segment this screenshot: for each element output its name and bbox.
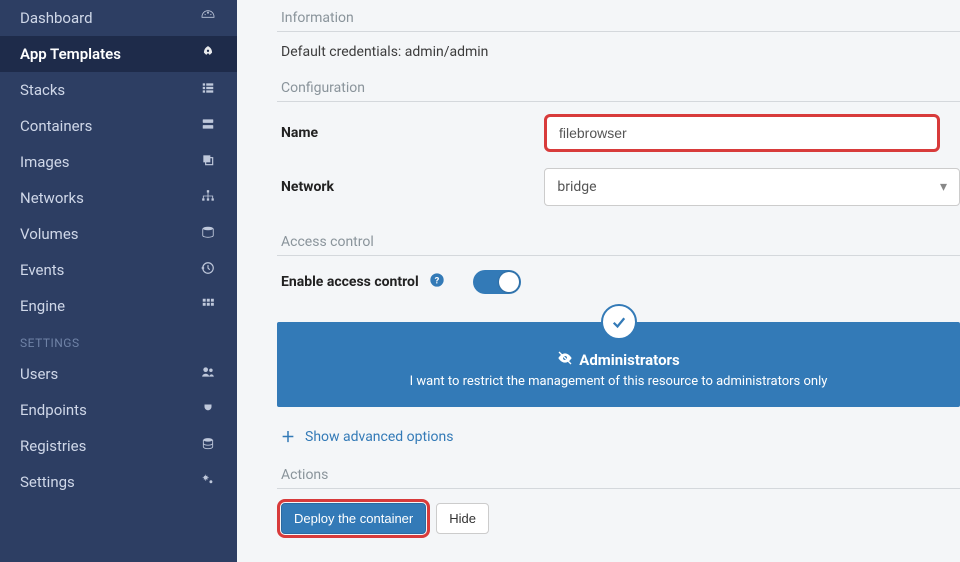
chevron-down-icon: ▾: [940, 179, 947, 195]
sidebar-item-engine[interactable]: Engine: [0, 288, 237, 324]
administrators-title: Administrators: [579, 351, 679, 369]
sidebar-item-endpoints[interactable]: Endpoints: [0, 392, 237, 428]
sidebar-item-volumes[interactable]: Volumes: [0, 216, 237, 252]
name-input[interactable]: [546, 116, 938, 150]
sidebar-item-dashboard[interactable]: Dashboard: [0, 0, 237, 36]
list-icon: [199, 81, 217, 99]
sidebar-item-label: Stacks: [20, 81, 65, 99]
sidebar-item-registries[interactable]: Registries: [0, 428, 237, 464]
sidebar-item-containers[interactable]: Containers: [0, 108, 237, 144]
sitemap-icon: [199, 189, 217, 207]
enable-access-control-label: Enable access control: [281, 274, 419, 290]
sidebar-item-label: Dashboard: [20, 9, 93, 27]
sidebar-item-label: Endpoints: [20, 401, 87, 419]
sidebar-item-label: Images: [20, 153, 70, 171]
actions-row: Deploy the container Hide: [277, 503, 960, 534]
show-advanced-options[interactable]: ＋ Show advanced options: [277, 427, 960, 447]
sidebar-item-label: Registries: [20, 437, 86, 455]
check-icon: [601, 304, 637, 340]
grid-icon: [199, 297, 217, 315]
svg-text:?: ?: [434, 275, 439, 286]
sidebar-item-label: Events: [20, 261, 64, 279]
history-icon: [199, 261, 217, 279]
sidebar-item-label: Volumes: [20, 225, 79, 243]
section-access-control: Access control: [277, 224, 960, 256]
sidebar-item-label: Settings: [20, 473, 75, 491]
sidebar-item-images[interactable]: Images: [0, 144, 237, 180]
sidebar-item-label: Containers: [20, 117, 92, 135]
advanced-options-label: Show advanced options: [305, 429, 453, 445]
sidebar-item-label: Engine: [20, 297, 65, 315]
sidebar-item-settings[interactable]: Settings: [0, 464, 237, 500]
default-credentials-text: Default credentials: admin/admin: [277, 44, 960, 60]
sidebar-item-label: Networks: [20, 189, 84, 207]
rocket-icon: [199, 45, 217, 63]
enable-access-control-row: Enable access control ?: [277, 270, 960, 294]
sidebar-item-users[interactable]: Users: [0, 356, 237, 392]
sidebar-item-stacks[interactable]: Stacks: [0, 72, 237, 108]
help-icon[interactable]: ?: [429, 272, 445, 292]
eye-off-icon: [557, 350, 573, 370]
name-label: Name: [277, 125, 546, 141]
main-content: Information Default credentials: admin/a…: [237, 0, 960, 562]
sidebar-item-app-templates[interactable]: App Templates: [0, 36, 237, 72]
sidebar-heading-settings: SETTINGS: [0, 324, 237, 356]
network-select-value: bridge: [557, 179, 596, 195]
deploy-button[interactable]: Deploy the container: [281, 503, 426, 534]
administrators-subtitle: I want to restrict the management of thi…: [293, 374, 944, 389]
name-row: Name: [277, 116, 960, 150]
sidebar-item-label: Users: [20, 365, 58, 383]
clone-icon: [199, 153, 217, 171]
server-icon: [199, 117, 217, 135]
hide-button[interactable]: Hide: [436, 503, 489, 534]
sidebar-item-events[interactable]: Events: [0, 252, 237, 288]
section-information: Information: [277, 0, 960, 32]
network-select[interactable]: bridge ▾: [544, 168, 960, 206]
access-control-toggle[interactable]: [473, 270, 521, 294]
hdd-icon: [199, 225, 217, 243]
sidebar-item-networks[interactable]: Networks: [0, 180, 237, 216]
sidebar-item-label: App Templates: [20, 45, 121, 63]
section-actions: Actions: [277, 457, 960, 489]
dashboard-icon: [199, 8, 217, 28]
network-row: Network bridge ▾: [277, 168, 960, 206]
sidebar: Dashboard App Templates Stacks Container…: [0, 0, 237, 562]
plus-icon: ＋: [281, 427, 295, 447]
section-configuration: Configuration: [277, 70, 960, 102]
cogs-icon: [199, 473, 217, 491]
database-icon: [199, 437, 217, 455]
administrators-card[interactable]: Administrators I want to restrict the ma…: [277, 322, 960, 407]
plug-icon: [199, 401, 217, 419]
network-label: Network: [277, 179, 544, 195]
users-icon: [199, 365, 217, 383]
